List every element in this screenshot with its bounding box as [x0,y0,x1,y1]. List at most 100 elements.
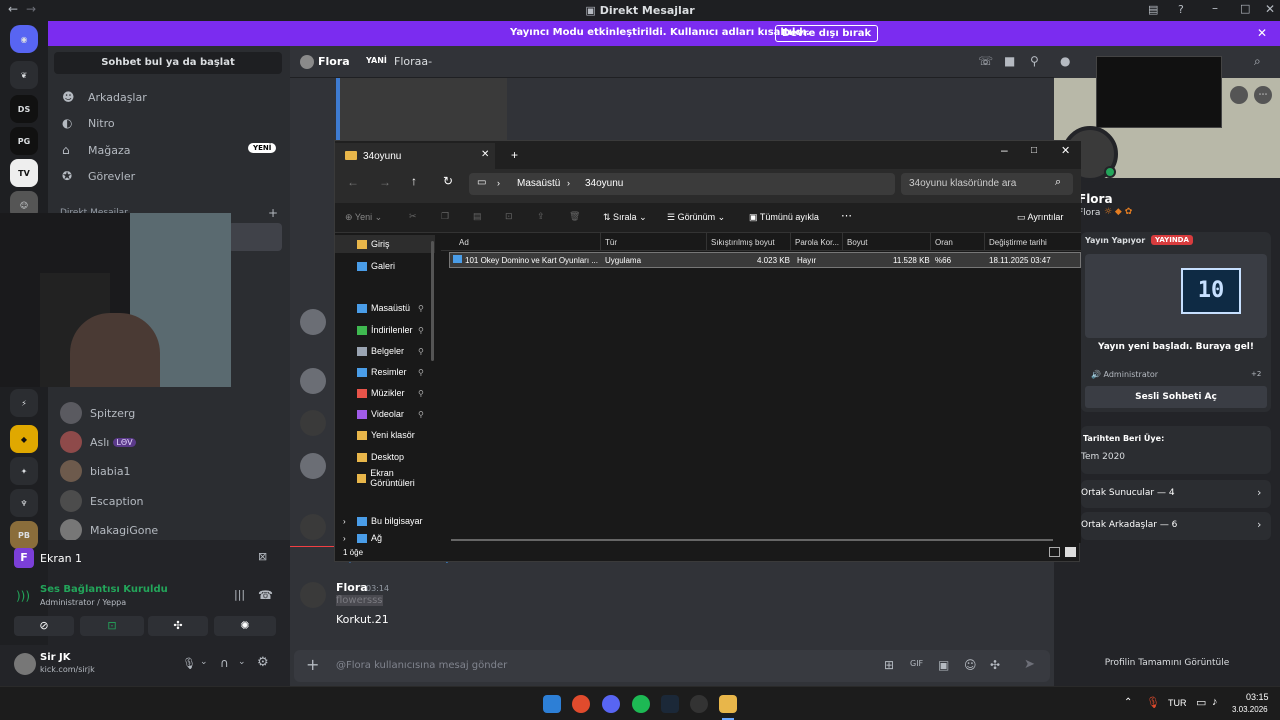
gift-icon[interactable]: ⊞ [884,658,894,672]
view-button[interactable]: ☰ Görünüm ⌄ [667,212,725,223]
paste-icon[interactable]: ▤ [473,211,482,222]
up-arrow-icon[interactable]: ↑ [411,174,417,188]
message-avatar[interactable] [300,368,326,394]
profile-toggle-icon[interactable]: ● [1060,54,1070,68]
stream-thumbnail[interactable]: 10 [1085,254,1267,338]
join-voice-button[interactable]: Sesli Sohbeti Aç [1085,386,1267,408]
dm-item[interactable]: Aslı LΘV [54,429,282,455]
new-button[interactable]: ⊕ Yeni ⌄ [345,212,382,223]
nav-item-nitro[interactable]: ◐ Nitro [54,110,282,136]
create-dm-icon[interactable]: + [268,206,278,220]
chevron-right-icon[interactable]: › [343,517,346,526]
nav-item-quests[interactable]: ✪ Görevler [54,163,282,189]
cut-icon[interactable]: ✂ [409,211,417,222]
attach-plus-icon[interactable]: + [306,655,319,674]
disable-streamer-mode-button[interactable]: Devre dışı bırak [775,25,879,42]
pin-icon[interactable]: ⚲ [418,389,424,398]
screen-share-button[interactable]: ⊡ [80,616,144,636]
view-full-profile-link[interactable]: Profilin Tamamını Görüntüle [1054,658,1280,668]
volume-icon[interactable]: ♪ [1212,696,1218,708]
folder-search-input[interactable]: 34oyunu klasöründe ara ⌕ [901,173,1073,195]
pin-icon[interactable]: ⚲ [418,304,424,313]
message-composer[interactable]: + @Flora kullanıcısına mesaj gönder ⊞ GI… [294,650,1050,682]
nav-item-downloads[interactable]: İndirilenler ⚲ [335,321,435,339]
address-bar[interactable]: ▭ › Masaüstü › 34oyunu [469,173,895,195]
add-friend-icon[interactable] [1230,86,1248,104]
dm-item[interactable]: biabia1 [54,458,282,484]
mutual-servers-row[interactable]: Ortak Sunucular — 4 › [1081,480,1271,508]
soundboard-button[interactable]: ✺ [214,616,276,636]
server-icon[interactable]: DS [10,95,38,123]
extract-all-button[interactable]: ▣ Tümünü ayıkla [749,212,819,223]
nav-item-gallery[interactable]: Galeri [335,257,435,275]
discord-home-icon[interactable]: ◉ [10,25,38,53]
message-avatar[interactable] [300,582,326,608]
column-header-compressed-size[interactable]: Sıkıştırılmış boyut [707,233,791,251]
column-header-size[interactable]: Boyut [843,233,931,251]
nav-item-folder[interactable]: Yeni klasör [335,426,435,444]
network-icon[interactable]: ▭ [1196,696,1206,709]
pin-icon[interactable]: ⚲ [418,410,424,419]
close-icon[interactable]: ✕ [1265,2,1275,16]
server-icon[interactable]: ✦ [10,457,38,485]
tiles-view-icon[interactable] [1065,547,1076,557]
spotify-icon[interactable] [632,695,650,713]
clock-time[interactable]: 03:15 [1246,692,1269,702]
sticker-icon[interactable]: ▣ [938,658,949,672]
pin-icon[interactable]: ⚲ [418,368,424,377]
voice-call-icon[interactable]: ☏ [978,54,993,68]
nav-item-friends[interactable]: ☻ Arkadaşlar [54,84,282,110]
more-options-icon[interactable]: ⋯ [1254,86,1272,104]
start-button[interactable] [543,695,561,713]
avatar[interactable] [14,653,36,675]
message-author[interactable]: Flora [336,581,368,594]
message-avatar[interactable] [300,514,326,540]
server-icon[interactable]: ❦ [10,61,38,89]
breadcrumb-item[interactable]: 34oyunu [585,178,623,189]
new-tab-icon[interactable]: + [511,148,518,162]
details-button[interactable]: ▭ Ayrıntılar [1017,212,1063,223]
settings-gear-icon[interactable]: ⚙ [257,655,269,670]
chevron-down-icon[interactable]: ⌄ [200,657,208,667]
app-icon[interactable] [690,695,708,713]
nav-item-this-pc[interactable]: › Bu bilgisayar [335,512,435,530]
maximize-icon[interactable]: □ [1031,145,1037,156]
message-avatar[interactable] [300,453,326,479]
popout-icon[interactable]: ⊠ [258,550,267,563]
column-header-type[interactable]: Tür [601,233,707,251]
microphone-icon[interactable]: 🎙 [1146,696,1160,709]
dm-item[interactable]: Spitzerg [54,400,282,426]
gif-icon[interactable]: GIF [910,659,923,668]
apps-icon[interactable]: ✣ [990,658,1000,672]
chevron-right-icon[interactable]: › [343,534,346,543]
nav-item-network[interactable]: › Ağ [335,533,435,543]
emoji-icon[interactable]: ☺ [964,658,977,672]
tab-close-icon[interactable]: ✕ [481,149,489,160]
video-call-icon[interactable]: ■ [1004,54,1015,68]
column-header-name[interactable]: Ad [455,233,601,251]
message-avatar[interactable] [300,309,326,335]
help-icon[interactable]: ? [1178,3,1184,16]
nav-item-folder[interactable]: Ekran Görüntüleri [335,468,435,488]
microphone-icon[interactable]: 🎙 [182,657,196,670]
server-icon[interactable]: PG [10,127,38,155]
pin-icon[interactable]: ⚲ [418,326,424,335]
details-view-icon[interactable] [1049,547,1060,557]
refresh-icon[interactable]: ↻ [443,174,453,188]
maximize-icon[interactable]: □ [1240,2,1250,15]
sort-button[interactable]: ⇅ Sırala ⌄ [603,212,647,223]
voice-channel[interactable]: Administrator / Yeppa [40,598,126,607]
shared-image[interactable] [336,78,507,140]
breadcrumb-item[interactable]: Masaüstü [517,178,560,189]
stream-preview-thumbnail[interactable] [1096,56,1222,128]
send-icon[interactable]: ➤ [1024,657,1035,672]
more-options-icon[interactable]: ⋯ [841,209,852,222]
share-icon[interactable]: ⇪ [537,211,545,222]
minimize-icon[interactable]: – [1212,1,1218,15]
nav-item-pictures[interactable]: Resimler ⚲ [335,363,435,381]
column-header-date[interactable]: Değiştirme tarihi [985,233,1081,251]
delete-icon[interactable]: 🗑 [569,211,580,222]
nav-item-documents[interactable]: Belgeler ⚲ [335,342,435,360]
nav-scrollbar[interactable] [431,241,434,361]
chevron-down-icon[interactable]: ⌄ [238,657,246,667]
